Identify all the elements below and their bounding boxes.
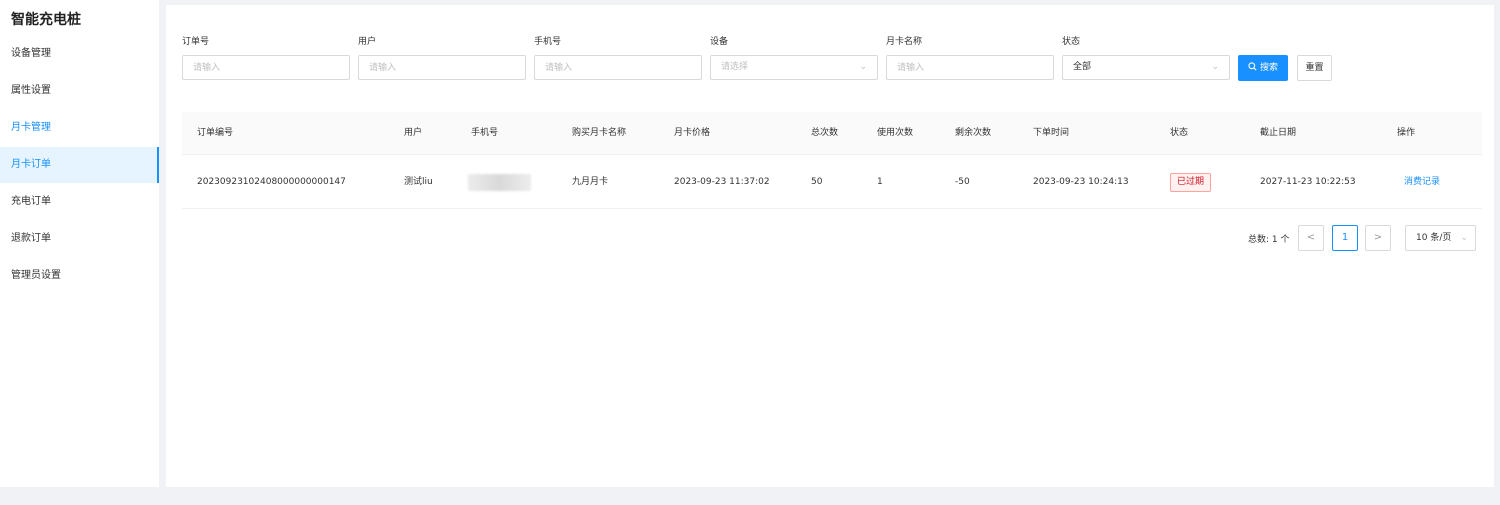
cell-price: 2023-09-23 11:37:02 — [674, 177, 770, 187]
device-label: 设备 — [710, 37, 729, 47]
column-header: 使用次数 — [877, 128, 914, 138]
pagination-total: 总数: 1 个 — [1248, 235, 1290, 245]
card-name-label: 月卡名称 — [886, 37, 923, 47]
column-header: 月卡价格 — [674, 128, 711, 138]
card-name-input[interactable] — [886, 55, 1054, 80]
column-header: 下单时间 — [1033, 128, 1070, 138]
column-header: 剩余次数 — [955, 128, 992, 138]
column-header: 总次数 — [811, 128, 839, 138]
chevron-down-icon: ⌄ — [859, 62, 867, 72]
app-title: 智能充电桩 — [11, 12, 81, 28]
prev-page-button[interactable]: < — [1298, 225, 1324, 251]
page-size-select[interactable]: 10 条/页 ⌄ — [1405, 225, 1476, 251]
column-header: 操作 — [1397, 128, 1416, 138]
page-1-button[interactable]: 1 — [1332, 225, 1358, 251]
reset-button[interactable]: 重置 — [1297, 55, 1332, 81]
cell-phone-redacted — [468, 174, 531, 191]
main-content: 订单号 用户 手机号 设备 月卡名称 状态 请选择 ⌄ 全部 ⌄ 搜索 重置 订… — [166, 5, 1494, 487]
chevron-down-icon: ⌄ — [1211, 62, 1219, 72]
order-no-input[interactable] — [182, 55, 350, 80]
order-no-label: 订单号 — [182, 37, 210, 47]
cell-deadline: 2027-11-23 10:22:53 — [1260, 177, 1356, 187]
column-header: 状态 — [1170, 128, 1189, 138]
consumption-record-link[interactable]: 消费记录 — [1404, 155, 1440, 209]
device-select-placeholder: 请选择 — [721, 62, 749, 72]
phone-label: 手机号 — [534, 37, 562, 47]
search-button[interactable]: 搜索 — [1238, 55, 1288, 81]
search-icon — [1248, 62, 1257, 71]
status-badge: 已过期 — [1170, 173, 1212, 192]
column-header: 截止日期 — [1260, 128, 1297, 138]
status-select-value: 全部 — [1073, 62, 1092, 72]
cell-order-time: 2023-09-23 10:24:13 — [1033, 177, 1129, 187]
chevron-down-icon: ⌄ — [1460, 233, 1468, 243]
search-button-label: 搜索 — [1259, 63, 1278, 73]
user-label: 用户 — [358, 37, 377, 47]
sidebar-item-property-settings[interactable]: 属性设置 — [0, 73, 159, 109]
status-label: 状态 — [1062, 37, 1081, 47]
status-select[interactable]: 全部 ⌄ — [1062, 55, 1230, 80]
sidebar-item-monthly-card-management[interactable]: 月卡管理 — [0, 110, 159, 146]
column-header: 用户 — [404, 128, 423, 138]
cell-user: 测试liu — [404, 177, 433, 187]
cell-card-name: 九月月卡 — [572, 177, 609, 187]
phone-input[interactable] — [534, 55, 702, 80]
page-size-value: 10 条/页 — [1416, 233, 1452, 243]
table-header: 订单编号 用户 手机号 购买月卡名称 月卡价格 总次数 使用次数 剩余次数 下单… — [182, 112, 1482, 155]
sidebar-item-device-management[interactable]: 设备管理 — [0, 36, 159, 72]
cell-order-no: 20230923102408000000000147 — [197, 177, 346, 187]
column-header: 购买月卡名称 — [572, 128, 627, 138]
cell-remaining: -50 — [955, 177, 970, 187]
device-select[interactable]: 请选择 ⌄ — [710, 55, 878, 80]
column-header: 订单编号 — [197, 128, 234, 138]
user-input[interactable] — [358, 55, 526, 80]
table-row: 20230923102408000000000147 测试liu 九月月卡 20… — [182, 155, 1482, 209]
sidebar-item-admin-settings[interactable]: 管理员设置 — [0, 258, 159, 294]
sidebar-item-refund-orders[interactable]: 退款订单 — [0, 221, 159, 257]
next-page-button[interactable]: > — [1365, 225, 1391, 251]
sidebar-item-charging-orders[interactable]: 充电订单 — [0, 184, 159, 220]
cell-used: 1 — [877, 177, 883, 187]
cell-total: 50 — [811, 177, 823, 187]
sidebar: 智能充电桩 设备管理 属性设置 月卡管理 月卡订单 充电订单 退款订单 管理员设… — [0, 0, 159, 487]
column-header: 手机号 — [471, 128, 499, 138]
sidebar-item-monthly-card-orders[interactable]: 月卡订单 — [0, 147, 159, 183]
